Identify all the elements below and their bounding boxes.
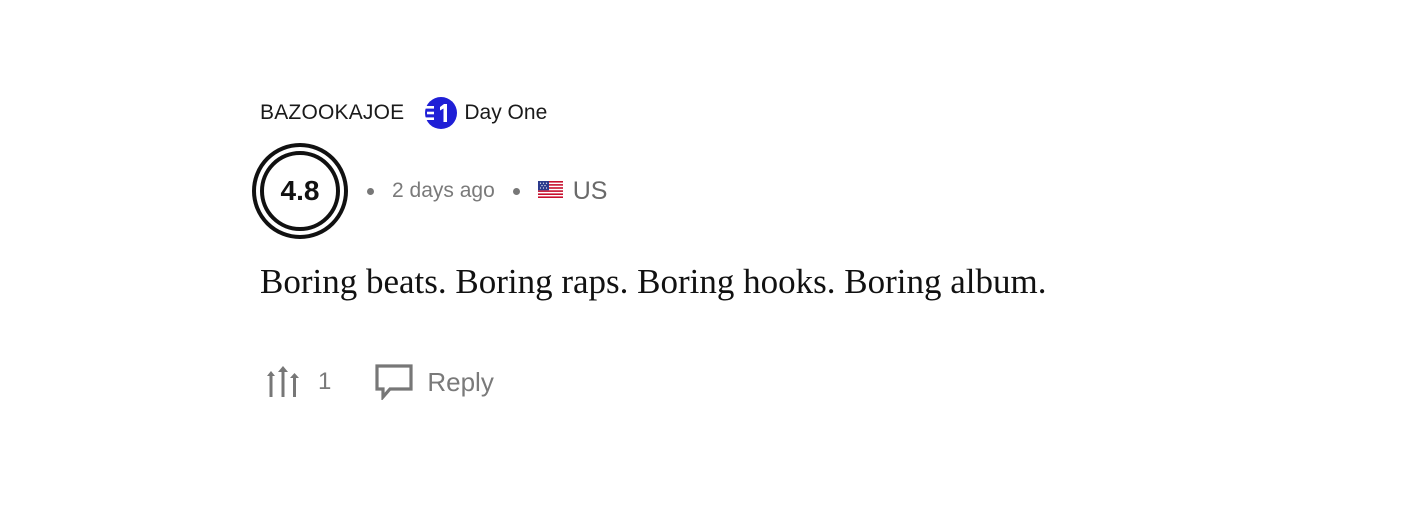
speech-bubble-icon	[375, 364, 413, 400]
review-actions: 1 Reply	[266, 360, 494, 404]
us-flag-icon	[537, 180, 563, 198]
day-one-badge[interactable]: Day One	[424, 96, 547, 130]
badge-label: Day One	[464, 101, 548, 124]
upvote-count: 1	[318, 368, 332, 395]
review-card: BAZOOKAJOE Day One 4.8 2 days ago US Bor…	[252, 96, 1260, 400]
score-value: 4.8	[280, 175, 320, 206]
review-text: Boring beats. Boring raps. Boring hooks.…	[260, 262, 1047, 301]
username[interactable]: BAZOOKAJOE	[260, 101, 404, 125]
upvote-button[interactable]: 1	[266, 366, 331, 398]
separator-dot	[512, 187, 520, 195]
author-row: BAZOOKAJOE Day One	[260, 96, 1260, 130]
score-badge: 4.8	[251, 142, 349, 240]
timestamp: 2 days ago	[392, 179, 495, 202]
country-label: US	[572, 176, 608, 205]
reply-button[interactable]: Reply	[375, 364, 494, 400]
meta-row: 4.8 2 days ago US	[251, 142, 607, 240]
separator-dot	[367, 187, 374, 195]
upvote-arrows-icon	[267, 366, 299, 397]
reply-label: Reply	[427, 366, 494, 397]
day-one-badge-icon	[425, 97, 458, 129]
